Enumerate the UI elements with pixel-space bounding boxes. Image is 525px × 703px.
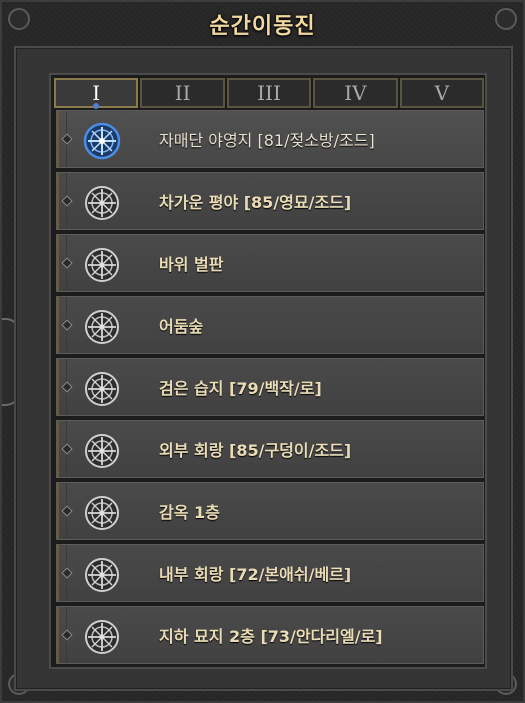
row-rail [57, 111, 67, 167]
waypoint-row-catacombs-level-2[interactable]: 지하 묘지 2층 [73/안다리엘/로] [56, 606, 484, 664]
row-rail [57, 607, 67, 663]
row-rail [57, 483, 67, 539]
title-bar: 순간이동진 [2, 2, 523, 46]
waypoint-label: 어둠숲 [159, 317, 204, 336]
tab-act-3[interactable]: III [226, 78, 312, 108]
waypoint-label: 자매단 야영지 [81/젖소방/조드] [159, 131, 375, 150]
tab-act-4[interactable]: IV [313, 78, 398, 108]
waypoint-window: 순간이동진 I II III IV V 자매단 야영지 [81/젖소방/조드] … [0, 0, 525, 703]
row-rail [57, 297, 67, 353]
waypoint-label: 외부 회랑 [85/구덩이/조드] [159, 441, 352, 460]
waypoint-label: 검은 습지 [79/백작/로] [159, 379, 322, 398]
waypoint-label: 감옥 1층 [159, 503, 220, 522]
waypoint-label: 바위 벌판 [159, 255, 224, 274]
row-rail [57, 545, 67, 601]
teleport-rune-icon [82, 493, 122, 533]
tab-act-5[interactable]: V [399, 78, 485, 108]
waypoint-row-cold-plains[interactable]: 차가운 평야 [85/영묘/조드] [56, 172, 484, 230]
teleport-rune-icon [82, 369, 122, 409]
waypoint-row-inner-cloister[interactable]: 내부 회랑 [72/본애쉬/베르] [56, 544, 484, 602]
window-title: 순간이동진 [209, 14, 316, 39]
waypoint-list: 자매단 야영지 [81/젖소방/조드] 차가운 평야 [85/영묘/조드] 바위… [56, 110, 484, 668]
waypoint-row-black-marsh[interactable]: 검은 습지 [79/백작/로] [56, 358, 484, 416]
teleport-rune-icon [82, 617, 122, 657]
waypoint-row-outer-cloister[interactable]: 외부 회랑 [85/구덩이/조드] [56, 420, 484, 478]
teleport-rune-icon [82, 431, 122, 471]
waypoint-row-jail-level-1[interactable]: 감옥 1층 [56, 482, 484, 540]
act-tabs: I II III IV V [54, 78, 485, 110]
waypoint-label: 차가운 평야 [85/영묘/조드] [159, 193, 352, 212]
row-rail [57, 173, 67, 229]
row-rail [57, 235, 67, 291]
waypoint-row-rogue-encampment[interactable]: 자매단 야영지 [81/젖소방/조드] [56, 110, 484, 168]
row-rail [57, 359, 67, 415]
tab-act-2[interactable]: II [140, 78, 225, 108]
teleport-rune-icon [82, 183, 122, 223]
tab-act-1[interactable]: I [54, 78, 139, 108]
waypoint-row-stony-field[interactable]: 바위 벌판 [56, 234, 484, 292]
waypoint-label: 지하 묘지 2층 [73/안다리엘/로] [159, 627, 383, 646]
teleport-rune-icon [82, 245, 122, 285]
teleport-rune-icon [82, 555, 122, 595]
teleport-rune-active-icon [82, 121, 122, 161]
waypoint-label: 내부 회랑 [72/본애쉬/베르] [159, 565, 352, 584]
waypoint-row-dark-wood[interactable]: 어둠숲 [56, 296, 484, 354]
row-rail [57, 421, 67, 477]
teleport-rune-icon [82, 307, 122, 347]
